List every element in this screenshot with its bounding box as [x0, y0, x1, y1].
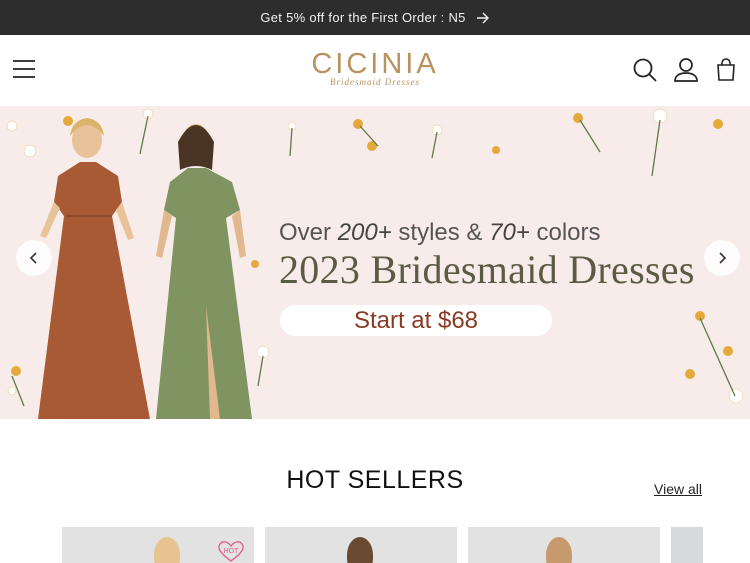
product-card[interactable]: [265, 527, 457, 563]
chevron-right-icon: [719, 252, 727, 264]
hero-banner[interactable]: Over 200+ styles & 70+ colors 2023 Bride…: [0, 106, 750, 419]
hero-styles-count: 200+: [337, 219, 392, 246]
product-image: [154, 537, 180, 563]
hero-sub-suffix: colors: [529, 219, 601, 246]
search-icon[interactable]: [632, 57, 658, 83]
rust-dress-model: [38, 118, 150, 419]
cart-icon[interactable]: [715, 57, 741, 83]
arrow-right-icon: [476, 12, 490, 24]
account-icon[interactable]: [673, 57, 699, 83]
product-card[interactable]: [671, 527, 703, 563]
carousel-prev-button[interactable]: [16, 240, 52, 276]
logo-brand: CICINIA: [311, 48, 439, 80]
view-all-link[interactable]: View all: [654, 481, 702, 497]
hero-colors-count: 70+: [489, 219, 530, 246]
hero-sub-prefix: Over: [279, 219, 338, 246]
hero-headline: 2023 Bridesmaid Dresses: [279, 247, 695, 292]
hero-cta-button[interactable]: Start at $68: [280, 305, 552, 336]
hero-sub-mid: styles &: [391, 219, 490, 246]
announcement-bar[interactable]: Get 5% off for the First Order : N5: [0, 0, 750, 35]
product-image: [546, 537, 572, 563]
hero-cta-label: Start at $68: [353, 306, 479, 334]
product-image: [347, 537, 373, 563]
hero-subheadline: Over 200+ styles & 70+ colors: [279, 219, 601, 247]
site-header: CICINIA Bridesmaid Dresses: [0, 35, 750, 106]
product-card[interactable]: [468, 527, 660, 563]
chevron-left-icon: [29, 252, 37, 264]
svg-text:HOT: HOT: [224, 548, 240, 555]
announcement-text: Get 5% off for the First Order : N5: [260, 10, 466, 25]
logo[interactable]: CICINIA Bridesmaid Dresses: [300, 48, 450, 87]
carousel-next-button[interactable]: [704, 240, 740, 276]
menu-icon[interactable]: [13, 58, 35, 80]
hot-sellers-title: HOT SELLERS: [286, 466, 464, 494]
sage-dress-model: [156, 124, 252, 419]
hot-badge: HOT: [216, 540, 246, 562]
